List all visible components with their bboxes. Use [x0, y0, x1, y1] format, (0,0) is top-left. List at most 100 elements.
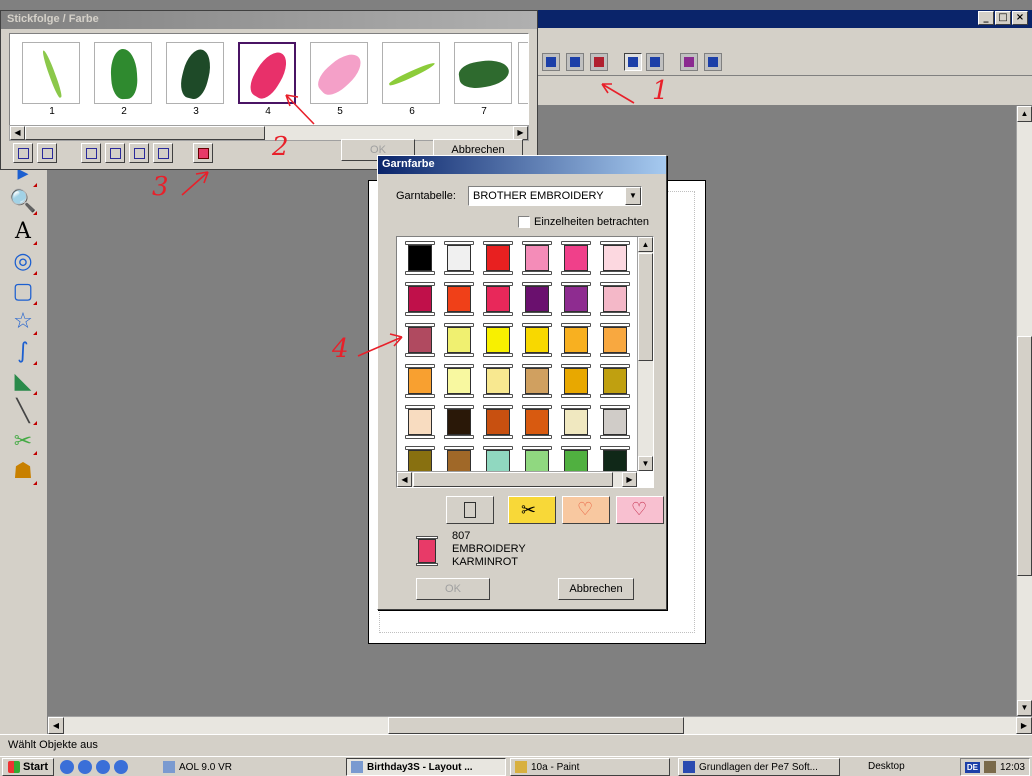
view-icon[interactable]: [704, 53, 722, 71]
grid-horizontal-scrollbar[interactable]: ◀ ▶: [397, 471, 637, 487]
scroll-up-icon[interactable]: ▲: [638, 237, 653, 252]
thread-swatch[interactable]: [444, 405, 474, 439]
language-indicator[interactable]: DE: [964, 761, 980, 773]
thread-swatch[interactable]: [561, 405, 591, 439]
outline-tool-icon[interactable]: ◎: [8, 248, 38, 276]
cancel-button[interactable]: Abbrechen: [558, 578, 634, 600]
move-down-button[interactable]: [129, 143, 149, 163]
shape-tool-icon[interactable]: ▢: [8, 278, 38, 306]
stitch-thumbnail[interactable]: [518, 42, 528, 104]
scroll-right-icon[interactable]: ▶: [622, 472, 637, 487]
thread-swatch[interactable]: [600, 282, 630, 316]
stitch-thumbnail[interactable]: 6: [382, 42, 442, 124]
move-last-button[interactable]: [153, 143, 173, 163]
maximize-button[interactable]: □: [995, 11, 1011, 25]
tray-icon[interactable]: [983, 761, 996, 773]
thread-swatch[interactable]: [561, 241, 591, 275]
toolbar-icon[interactable]: [566, 53, 584, 71]
scroll-thumb[interactable]: [388, 717, 684, 734]
horizontal-scrollbar[interactable]: ◀ ▶: [48, 716, 1032, 734]
ie-icon[interactable]: [78, 759, 93, 774]
thread-swatch[interactable]: [483, 405, 513, 439]
stitch-thumbnail[interactable]: 2: [94, 42, 154, 124]
task-word[interactable]: Grundlagen der Pe7 Soft...: [678, 758, 840, 776]
thread-swatch[interactable]: [405, 364, 435, 398]
task-birthday-layout[interactable]: Birthday3S - Layout ...: [346, 758, 506, 776]
details-checkbox[interactable]: Einzelheiten betrachten: [518, 216, 649, 228]
text-tool-icon[interactable]: A: [8, 218, 38, 246]
browser-icon[interactable]: [60, 759, 75, 774]
thread-swatch[interactable]: [522, 323, 552, 357]
minimize-button[interactable]: _: [978, 11, 994, 25]
thread-swatch[interactable]: [561, 323, 591, 357]
thread-table-select[interactable]: BROTHER EMBROIDERY ▼: [468, 186, 642, 206]
scroll-right-icon[interactable]: ▶: [513, 126, 528, 140]
ok-button[interactable]: OK: [416, 578, 490, 600]
layout-button[interactable]: [37, 143, 57, 163]
scroll-left-icon[interactable]: ◀: [10, 126, 25, 140]
thread-swatch[interactable]: [600, 364, 630, 398]
desktop-toolbar-label[interactable]: Desktop: [868, 761, 905, 772]
appliqué-material-button[interactable]: ♡: [562, 496, 610, 524]
stitch-thumbnail[interactable]: 1: [22, 42, 82, 124]
move-up-button[interactable]: [105, 143, 125, 163]
thread-swatch[interactable]: [483, 282, 513, 316]
thread-swatch[interactable]: [600, 241, 630, 275]
view-icon[interactable]: [646, 53, 664, 71]
thread-swatch[interactable]: [561, 282, 591, 316]
thread-swatch[interactable]: [561, 364, 591, 398]
chevron-down-icon[interactable]: ▼: [625, 187, 641, 205]
scroll-left-icon[interactable]: ◀: [397, 472, 412, 487]
thread-swatch[interactable]: [600, 405, 630, 439]
thread-swatch[interactable]: [483, 364, 513, 398]
grid-vertical-scrollbar[interactable]: ▲ ▼: [637, 237, 653, 471]
thread-swatch[interactable]: [444, 323, 474, 357]
thread-swatch[interactable]: [405, 405, 435, 439]
move-first-button[interactable]: [81, 143, 101, 163]
thread-swatch[interactable]: [522, 241, 552, 275]
start-button[interactable]: Start: [2, 757, 55, 776]
thread-swatch[interactable]: [522, 405, 552, 439]
toolbar-icon[interactable]: [542, 53, 560, 71]
thread-swatch[interactable]: [483, 323, 513, 357]
region-tool-icon[interactable]: ◣: [8, 368, 38, 396]
thread-swatch[interactable]: [522, 364, 552, 398]
stamp-tool-icon[interactable]: ☆: [8, 308, 38, 336]
thread-swatch[interactable]: [444, 282, 474, 316]
thread-swatch[interactable]: [444, 364, 474, 398]
scroll-down-icon[interactable]: ▼: [1017, 700, 1032, 716]
punch-tool-icon[interactable]: ☗: [8, 458, 38, 486]
appliqué-button[interactable]: ✂: [508, 496, 556, 524]
scroll-thumb[interactable]: [25, 126, 265, 140]
close-button[interactable]: ×: [1012, 11, 1028, 25]
task-aol[interactable]: AOL 9.0 VR: [158, 758, 328, 776]
thread-swatch[interactable]: [405, 323, 435, 357]
stitch-order-icon[interactable]: [590, 53, 608, 71]
measure-tool-icon[interactable]: ╲: [8, 398, 38, 426]
stitch-thumbnail[interactable]: 3: [166, 42, 226, 124]
scroll-down-icon[interactable]: ▼: [638, 456, 653, 471]
thread-swatch[interactable]: [600, 323, 630, 357]
cut-tool-icon[interactable]: ✂: [8, 428, 38, 456]
desktop-icon[interactable]: [114, 759, 129, 774]
vertical-scrollbar[interactable]: ▲ ▼: [1016, 106, 1032, 716]
stitch-tool-icon[interactable]: ∫: [8, 338, 38, 366]
appliqué-position-button[interactable]: ♡: [616, 496, 664, 524]
checkbox[interactable]: [518, 216, 530, 228]
thread-swatch[interactable]: [405, 282, 435, 316]
scroll-thumb[interactable]: [638, 253, 653, 361]
stitch-thumbnail[interactable]: 5: [310, 42, 370, 124]
stitch-thumbnail[interactable]: 7: [454, 42, 514, 124]
thread-swatch[interactable]: [405, 241, 435, 275]
scroll-up-icon[interactable]: ▲: [1017, 106, 1032, 122]
stitch-thumbnail[interactable]: 4: [238, 42, 298, 124]
scroll-thumb[interactable]: [1017, 336, 1032, 576]
scroll-left-icon[interactable]: ◀: [48, 717, 64, 734]
spool-button[interactable]: [446, 496, 494, 524]
thread-swatch[interactable]: [522, 282, 552, 316]
color-icon[interactable]: [680, 53, 698, 71]
scroll-thumb[interactable]: [413, 472, 613, 487]
media-icon[interactable]: [96, 759, 111, 774]
view-icon[interactable]: [624, 53, 642, 71]
task-paint[interactable]: 10a - Paint: [510, 758, 670, 776]
